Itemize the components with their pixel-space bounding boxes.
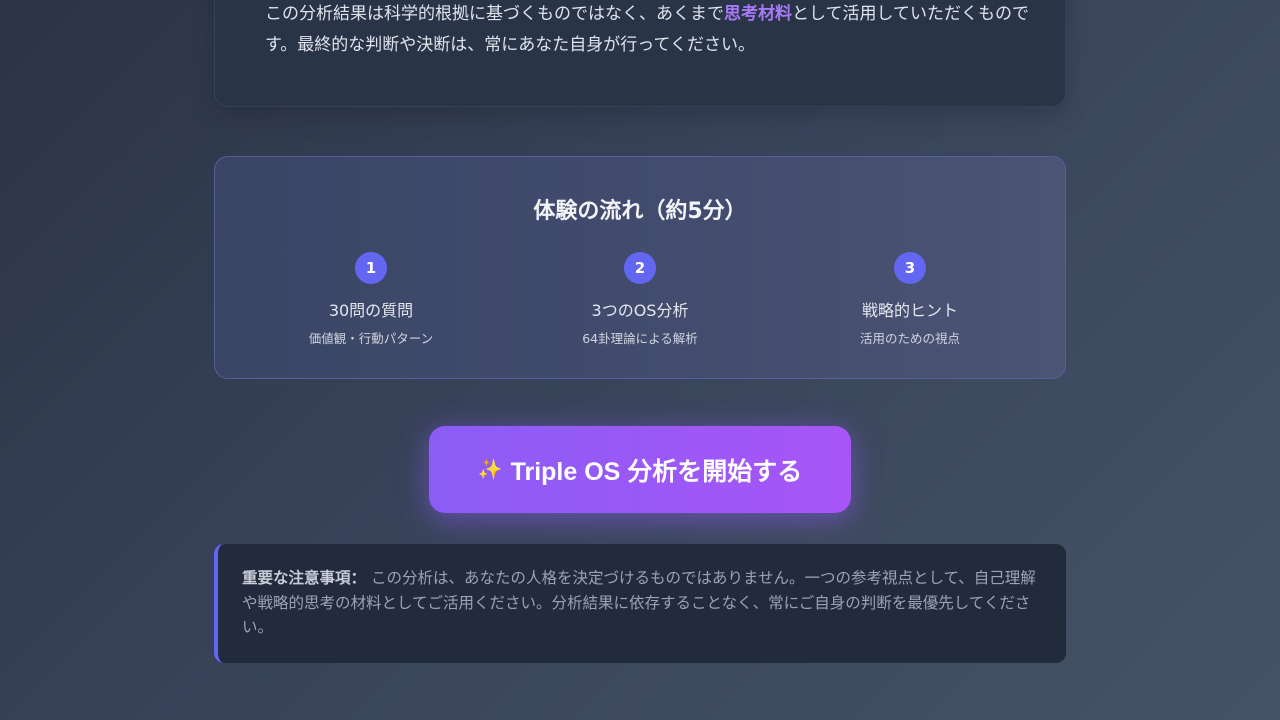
sparkles-icon: ✨ (477, 459, 503, 481)
important-notice-card: 重要な注意事項： この分析は、あなたの人格を決定づけるものではありません。一つの… (214, 544, 1066, 663)
step-number-badge: 3 (894, 252, 926, 284)
step-subtitle: 活用のための視点 (859, 331, 960, 346)
step-title: 3つのOS分析 (591, 301, 689, 320)
disclaimer-card: この分析結果は科学的根拠に基づくものではなく、あくまで思考材料として活用していた… (214, 0, 1066, 107)
disclaimer-text-before: この分析結果は科学的根拠に基づくものではなく、あくまで (265, 4, 724, 24)
step-subtitle: 価値観・行動パターン (308, 331, 434, 346)
step-number-badge: 2 (624, 252, 656, 284)
disclaimer-text: この分析結果は科学的根拠に基づくものではなく、あくまで思考材料として活用していた… (265, 0, 1035, 61)
flow-step-3: 3 戦略的ヒント 活用のための視点 (790, 252, 1030, 347)
notice-label: 重要な注意事項： (242, 569, 367, 587)
step-subtitle: 64卦理論による解析 (582, 331, 698, 346)
start-analysis-button[interactable]: ✨ Triple OS 分析を開始する (429, 426, 851, 513)
flow-title: 体験の流れ（約5分） (533, 199, 747, 224)
step-number-badge: 1 (355, 252, 387, 284)
flow-step-2: 2 3つのOS分析 64卦理論による解析 (520, 252, 760, 347)
notice-text: 重要な注意事項： この分析は、あなたの人格を決定づけるものではありません。一つの… (242, 566, 1048, 640)
disclaimer-highlight: 思考材料 (724, 4, 792, 24)
step-title: 戦略的ヒント (861, 301, 958, 320)
start-analysis-button-label: Triple OS 分析を開始する (510, 457, 803, 486)
flow-step-1: 1 30問の質問 価値観・行動パターン (251, 252, 491, 347)
step-title: 30問の質問 (328, 301, 414, 320)
flow-card: 体験の流れ（約5分） 1 30問の質問 価値観・行動パターン 2 3つのOS分析… (214, 156, 1066, 379)
